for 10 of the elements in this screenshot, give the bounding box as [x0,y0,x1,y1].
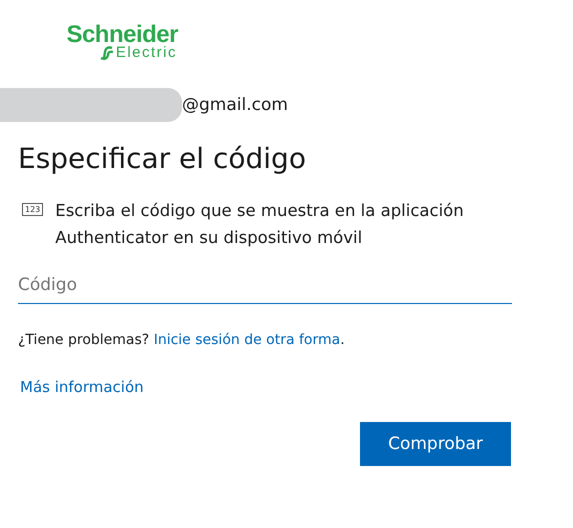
verify-button[interactable]: Comprobar [360,422,511,466]
page-title: Especificar el código [18,141,307,177]
logo-mark-icon [100,46,114,60]
more-info-link[interactable]: Más información [20,378,144,396]
trouble-text: ¿Tiene problemas? Inicie sesión de otra forma. [18,332,346,348]
account-email: @gmail.com [182,95,288,115]
sign-in-another-way-link[interactable]: Inicie sesión de otra forma [154,332,340,348]
instruction-text: Escriba el código que se muestra en la aplicación Authenticator en su dispositivo móvil [55,200,465,249]
logo-subname: Electric [116,45,177,61]
keypad-icon: 123 [22,203,44,216]
